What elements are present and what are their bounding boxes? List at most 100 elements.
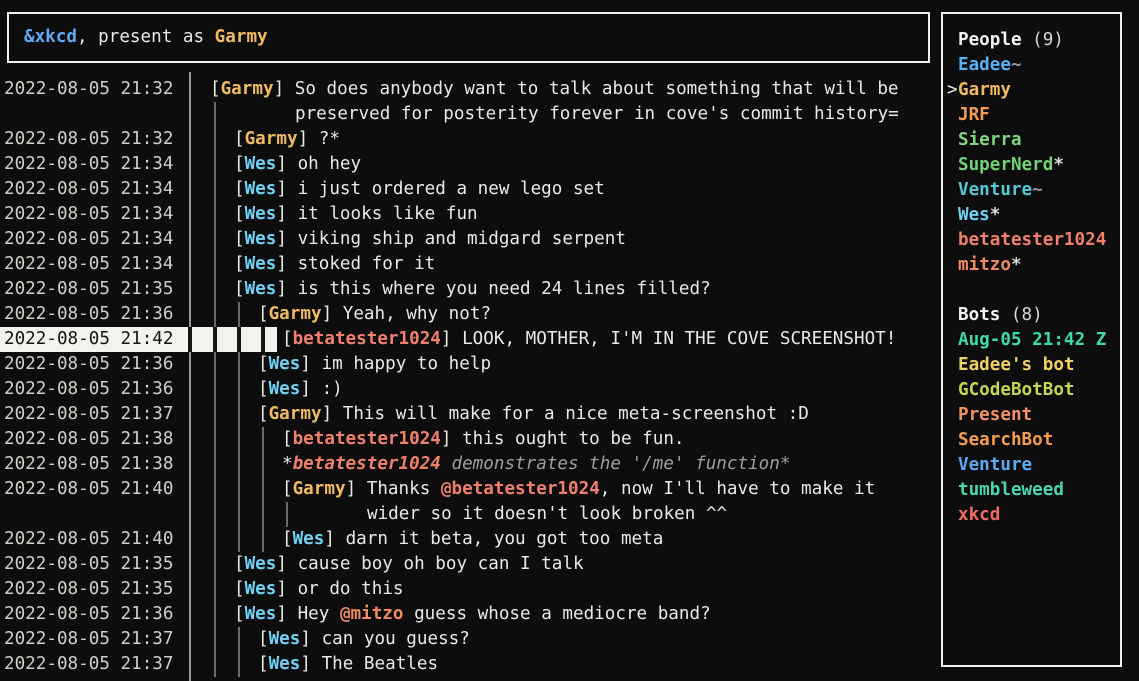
chat-row[interactable]: 2022-08-05 21:34[Wes] oh hey (0, 152, 939, 177)
chat-log: 2022-08-05 21:32[Garmy] So does anybody … (0, 77, 939, 681)
message-text: [Wes] :) (258, 377, 343, 402)
people-list-header: People(9) (947, 28, 1120, 53)
bots-list-item[interactable]: SearchBot (947, 428, 1120, 453)
chat-row[interactable]: 2022-08-05 21:37[Garmy] This will make f… (0, 402, 939, 427)
timestamp: 2022-08-05 21:40 (4, 527, 173, 552)
chat-row[interactable]: 2022-08-05 21:38*betatester1024 demonstr… (0, 452, 939, 477)
bots-list-item[interactable]: xkcd (947, 503, 1120, 528)
chat-row[interactable]: 2022-08-05 21:34[Wes] it looks like fun (0, 202, 939, 227)
people-list-item[interactable]: Venture~ (947, 178, 1120, 203)
nick: Wes (245, 179, 277, 199)
nick: Wes (269, 379, 301, 399)
nick: Wes (269, 654, 301, 674)
bots-list-item[interactable]: Venture (947, 453, 1120, 478)
thread-guide-line (214, 577, 216, 602)
message-text: [betatester1024] LOOK, MOTHER, I'M IN TH… (282, 327, 896, 352)
timestamp: 2022-08-05 21:37 (4, 652, 173, 677)
chat-row[interactable]: 2022-08-05 21:36[Wes] im happy to help (0, 352, 939, 377)
nick: Garmy (269, 404, 322, 424)
bots-list-item[interactable]: Aug-05 21:42 Z (947, 328, 1120, 353)
flag-suffix: * (990, 205, 1001, 225)
message-text: wider so it doesn't look broken ^^ (367, 502, 727, 527)
bots-list-item[interactable]: Present (947, 403, 1120, 428)
people-list-item[interactable]: Wes* (947, 203, 1120, 228)
chat-row[interactable]: 2022-08-05 21:32[Garmy] ?* (0, 127, 939, 152)
bots-list-item[interactable]: Eadee's bot (947, 353, 1120, 378)
message-text: [Wes] or do this (234, 577, 404, 602)
user-name: Eadee's bot (958, 355, 1075, 375)
chat-row[interactable]: 2022-08-05 21:32[Garmy] So does anybody … (0, 77, 939, 102)
people-list-item[interactable]: Sierra (947, 128, 1120, 153)
people-list-item[interactable]: >Garmy (947, 78, 1120, 103)
owner-suffix: ~ (1032, 180, 1043, 200)
timestamp: 2022-08-05 21:34 (4, 152, 173, 177)
user-name: mitzo (958, 255, 1011, 275)
user-name: Venture (958, 455, 1032, 475)
timestamp: 2022-08-05 21:35 (4, 552, 173, 577)
thread-guide-line (214, 427, 216, 452)
timestamp: 2022-08-05 21:38 (4, 452, 173, 477)
nick: betatester1024 (293, 429, 441, 449)
people-list-item[interactable]: SuperNerd* (947, 153, 1120, 178)
nick: betatester1024 (293, 329, 441, 349)
message-text: [Wes] stoked for it (234, 252, 435, 277)
message-text: [Wes] im happy to help (258, 352, 491, 377)
chat-row[interactable]: 2022-08-05 21:36[Wes] :) (0, 377, 939, 402)
message-text: [Wes] Hey @mitzo guess whose a mediocre … (234, 602, 711, 627)
bots-list-item[interactable]: GCodeBotBot (947, 378, 1120, 403)
user-name: Eadee (958, 55, 1011, 75)
chat-row[interactable]: 2022-08-05 21:35[Wes] is this where you … (0, 277, 939, 302)
thread-guide-line (238, 527, 240, 552)
timestamp: 2022-08-05 21:34 (4, 227, 173, 252)
chat-row[interactable]: 2022-08-05 21:34 [Wes] viking ship and mi… (0, 227, 939, 252)
channel-header-text: &xkcd, present as Garmy (24, 25, 268, 50)
nick: Wes (245, 604, 277, 624)
thread-guide-line (214, 602, 216, 627)
thread-guide-line (214, 402, 216, 427)
flag-suffix: * (1011, 255, 1022, 275)
nick: Wes (245, 154, 277, 174)
message-text: [Wes] The Beatles (258, 652, 438, 677)
people-list-item[interactable]: betatester1024 (947, 228, 1120, 253)
people-list-item[interactable]: mitzo* (947, 253, 1120, 278)
thread-guide-line (238, 452, 240, 477)
chat-row[interactable]: 2022-08-05 21:34[Wes] i just ordered a n… (0, 177, 939, 202)
bots-title: Bots (958, 305, 1000, 325)
chat-row[interactable]: 2022-08-05 21:36[Garmy] Yeah, why not? (0, 302, 939, 327)
timestamp: 2022-08-05 21:37 (4, 627, 173, 652)
chat-row[interactable]: wider so it doesn't look broken ^^ (0, 502, 939, 527)
thread-guide-line (214, 152, 216, 177)
timestamp: 2022-08-05 21:32 (4, 77, 173, 102)
message-text: [Wes] viking ship and midgard serpent (234, 227, 626, 252)
bots-list-item[interactable]: tumbleweed (947, 478, 1120, 503)
chat-row[interactable]: 2022-08-05 21:35 [Wes] or do this (0, 577, 939, 602)
chat-row[interactable]: 2022-08-05 21:34[Wes] stoked for it (0, 252, 939, 277)
owner-suffix: ~ (1011, 55, 1022, 75)
timestamp: 2022-08-05 21:38 (4, 427, 173, 452)
people-list-item[interactable]: JRF (947, 103, 1120, 128)
chat-row[interactable]: 2022-08-05 21:35[Wes] cause boy oh boy c… (0, 552, 939, 577)
timestamp: 2022-08-05 21:35 (4, 577, 173, 602)
chat-row[interactable]: 2022-08-05 21:40[Garmy] Thanks @betatest… (0, 477, 939, 502)
thread-guide-line (237, 327, 241, 352)
thread-guide-line (214, 127, 216, 152)
thread-guide-line (214, 527, 216, 552)
user-name: xkcd (958, 505, 1000, 525)
nick: Garmy (245, 129, 298, 149)
people-list-item[interactable]: Eadee~ (947, 53, 1120, 78)
user-name: betatester1024 (958, 230, 1106, 250)
nick: Wes (269, 354, 301, 374)
chat-row[interactable]: 2022-08-05 21:38[betatester1024] this ou… (0, 427, 939, 452)
timestamp: 2022-08-05 21:32 (4, 127, 173, 152)
thread-guide-line (213, 327, 217, 352)
message-text: [Wes] i just ordered a new lego set (234, 177, 605, 202)
flag-suffix: * (1053, 155, 1064, 175)
chat-row[interactable]: 2022-08-05 21:36[Wes] Hey @mitzo guess w… (0, 602, 939, 627)
chat-row[interactable]: preserved for posterity forever in cove'… (0, 102, 939, 127)
chat-row[interactable]: 2022-08-05 21:37 [Wes] The Beatles (0, 652, 939, 677)
chat-row[interactable]: 2022-08-05 21:40[Wes] darn it beta, you … (0, 527, 939, 552)
message-text: [Wes] can you guess? (258, 627, 470, 652)
member-panel: People(9) Eadee~>GarmyJRFSierraSuperNerd… (941, 12, 1122, 667)
chat-row[interactable]: 2022-08-05 21:37 [Wes] can you guess? (0, 627, 939, 652)
chat-row-selected[interactable]: 2022-08-05 21:42[betatester1024] LOOK, M… (0, 327, 939, 352)
